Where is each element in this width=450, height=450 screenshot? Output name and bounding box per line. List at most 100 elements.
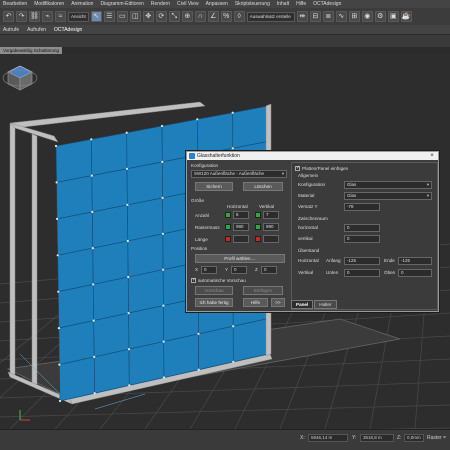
undo-icon[interactable]: ↶ <box>3 11 14 22</box>
ribbon-tab-aufrufen[interactable]: Aufrufen <box>27 27 46 33</box>
finish-button[interactable]: Ich habe fertig <box>195 298 233 307</box>
glass-holder-point <box>162 268 165 271</box>
x-label: X <box>195 267 199 272</box>
glass-holder-point <box>93 392 96 395</box>
dialog-tabs: Panel Halter <box>291 300 338 310</box>
redo-icon[interactable]: ↷ <box>16 11 27 22</box>
angle-snap-icon[interactable]: ∠ <box>207 11 219 22</box>
laenge-h-input[interactable] <box>233 235 249 243</box>
glass-panel <box>232 105 269 149</box>
link-icon[interactable]: ⛓ <box>29 11 40 22</box>
laenge-h-lock[interactable] <box>225 236 231 242</box>
move-icon[interactable]: ✥ <box>142 11 154 22</box>
ribbon-tab-autrufe[interactable]: Autrufe <box>3 27 19 33</box>
menu-customize[interactable]: Anpassen <box>206 1 228 7</box>
anzahl-h-input[interactable]: 6 <box>233 211 249 219</box>
anzahl-h-lock[interactable] <box>225 212 231 218</box>
material-select[interactable]: Glas ▼ <box>344 192 432 200</box>
layer-icon[interactable]: ≣ <box>322 11 334 22</box>
y-coord-field[interactable]: 3516,8 m <box>360 434 394 442</box>
glass-holder-point <box>56 254 59 257</box>
scale-icon[interactable]: ⤡ <box>168 11 180 22</box>
render-frame-icon[interactable]: ▣ <box>387 11 399 22</box>
window-crossing-icon[interactable]: ◫ <box>129 11 141 22</box>
z-coord-field[interactable]: 0,0mm <box>404 434 424 442</box>
render-icon[interactable]: ☕ <box>400 11 412 22</box>
align-icon[interactable]: ⊟ <box>309 11 321 22</box>
glass-holder-point <box>125 167 129 170</box>
curve-editor-icon[interactable]: ∿ <box>335 11 347 22</box>
menu-octadesign[interactable]: OCTAdesign <box>313 1 341 7</box>
z-input[interactable]: 0 <box>261 266 277 274</box>
oben-input[interactable]: 0 <box>398 269 432 277</box>
pivot-icon[interactable]: ⊕ <box>181 11 193 22</box>
zw-horizontal-input[interactable]: 0 <box>344 224 380 232</box>
panel-konfiguration-select[interactable]: Glas ▼ <box>344 181 432 189</box>
tab-panel[interactable]: Panel <box>291 300 314 309</box>
anfang-input[interactable]: -125 <box>344 257 380 265</box>
ribbon-tab-octadesign[interactable]: OCTAdesign <box>54 27 82 33</box>
view-cube-icon[interactable] <box>0 54 40 94</box>
named-selection-dropdown[interactable]: Auswahlsatz erstelle <box>246 11 295 22</box>
rastermass-h-input[interactable]: 990 <box>233 223 249 231</box>
horizontal-column-label: Horizontal <box>227 204 248 209</box>
glass-panel <box>56 211 94 256</box>
versatz-input[interactable]: -78 <box>344 203 380 211</box>
delete-config-button[interactable]: Löschen <box>243 182 283 191</box>
konfiguration-heading: Konfiguration <box>191 163 219 168</box>
x-input[interactable]: 0 <box>201 266 217 274</box>
viewport-shading-label[interactable]: Vorgabewählig Schattierung <box>0 47 63 54</box>
rastermass-h-lock[interactable] <box>225 224 231 230</box>
insert-button[interactable]: Einfügen <box>243 286 283 295</box>
x-coord-field[interactable]: 5946,14 m <box>308 434 348 442</box>
glass-panel <box>128 341 165 386</box>
menu-animation[interactable]: Animation <box>71 1 93 7</box>
ueberstand-heading: Überstand <box>298 248 320 253</box>
unlink-icon[interactable]: ⌁ <box>42 11 53 22</box>
menu-edit[interactable]: Bearbeiten <box>3 1 27 7</box>
y-input[interactable]: 0 <box>231 266 247 274</box>
close-icon[interactable]: × <box>428 152 436 160</box>
glass-panel <box>196 112 234 156</box>
rastermass-v-input[interactable]: 990 <box>263 223 279 231</box>
anzahl-v-input[interactable]: 7 <box>263 211 279 219</box>
profil-waehlen-button[interactable]: Profil wählen ... <box>195 254 285 263</box>
laenge-v-input[interactable] <box>263 235 279 243</box>
menu-help[interactable]: Hilfe <box>296 1 306 7</box>
insert-panels-checkbox[interactable] <box>295 165 300 171</box>
menu-modifiers[interactable]: Modifikatoren <box>34 1 64 7</box>
menu-civil-view[interactable]: Civil View <box>177 1 199 7</box>
expand-button[interactable]: >> <box>271 298 285 307</box>
spinner-snap-icon[interactable]: ◊ <box>233 11 245 22</box>
anzahl-v-lock[interactable] <box>255 212 261 218</box>
help-button[interactable]: Hilfe <box>243 298 268 307</box>
select-by-name-icon[interactable]: ☰ <box>103 11 115 22</box>
menu-graph-editors[interactable]: Diagramm-Editoren <box>100 1 143 7</box>
preview-button[interactable]: Vorschau <box>195 286 233 295</box>
schematic-icon[interactable]: ⊞ <box>348 11 360 22</box>
material-editor-icon[interactable]: ◉ <box>361 11 373 22</box>
ende-input[interactable]: -125 <box>398 257 432 265</box>
dialog-title-bar[interactable]: Glasshalterfunktion × <box>187 152 438 160</box>
rastermass-v-lock[interactable] <box>255 224 261 230</box>
select-object-icon[interactable]: ↖ <box>90 11 102 22</box>
laenge-v-lock[interactable] <box>255 236 261 242</box>
glass-holder-point <box>126 203 129 206</box>
selection-filter-dropdown[interactable]: Ansicht <box>68 11 89 22</box>
rotate-icon[interactable]: ⟳ <box>155 11 167 22</box>
rectangle-selection-icon[interactable]: ▭ <box>116 11 128 22</box>
zw-vertikal-input[interactable]: 0 <box>344 235 380 243</box>
tab-halter[interactable]: Halter <box>314 300 337 309</box>
menu-scripting[interactable]: Skriptsteuerung <box>235 1 270 7</box>
percent-snap-icon[interactable]: % <box>220 11 232 22</box>
menu-content[interactable]: Inhalt <box>277 1 289 7</box>
mirror-icon[interactable]: ⇹ <box>296 11 308 22</box>
auto-preview-checkbox[interactable] <box>191 277 196 283</box>
save-config-button[interactable]: Sichern <box>195 182 233 191</box>
bind-space-warp-icon[interactable]: ≈ <box>55 11 66 22</box>
render-setup-icon[interactable]: ⚙ <box>374 11 386 22</box>
konfiguration-select[interactable]: SW120 Außenfläche - Außenfläche ▼ <box>191 170 287 178</box>
unten-input[interactable]: 0 <box>344 269 380 277</box>
snap-icon[interactable]: ∩ <box>194 11 206 22</box>
menu-rendering[interactable]: Rendern <box>151 1 170 7</box>
